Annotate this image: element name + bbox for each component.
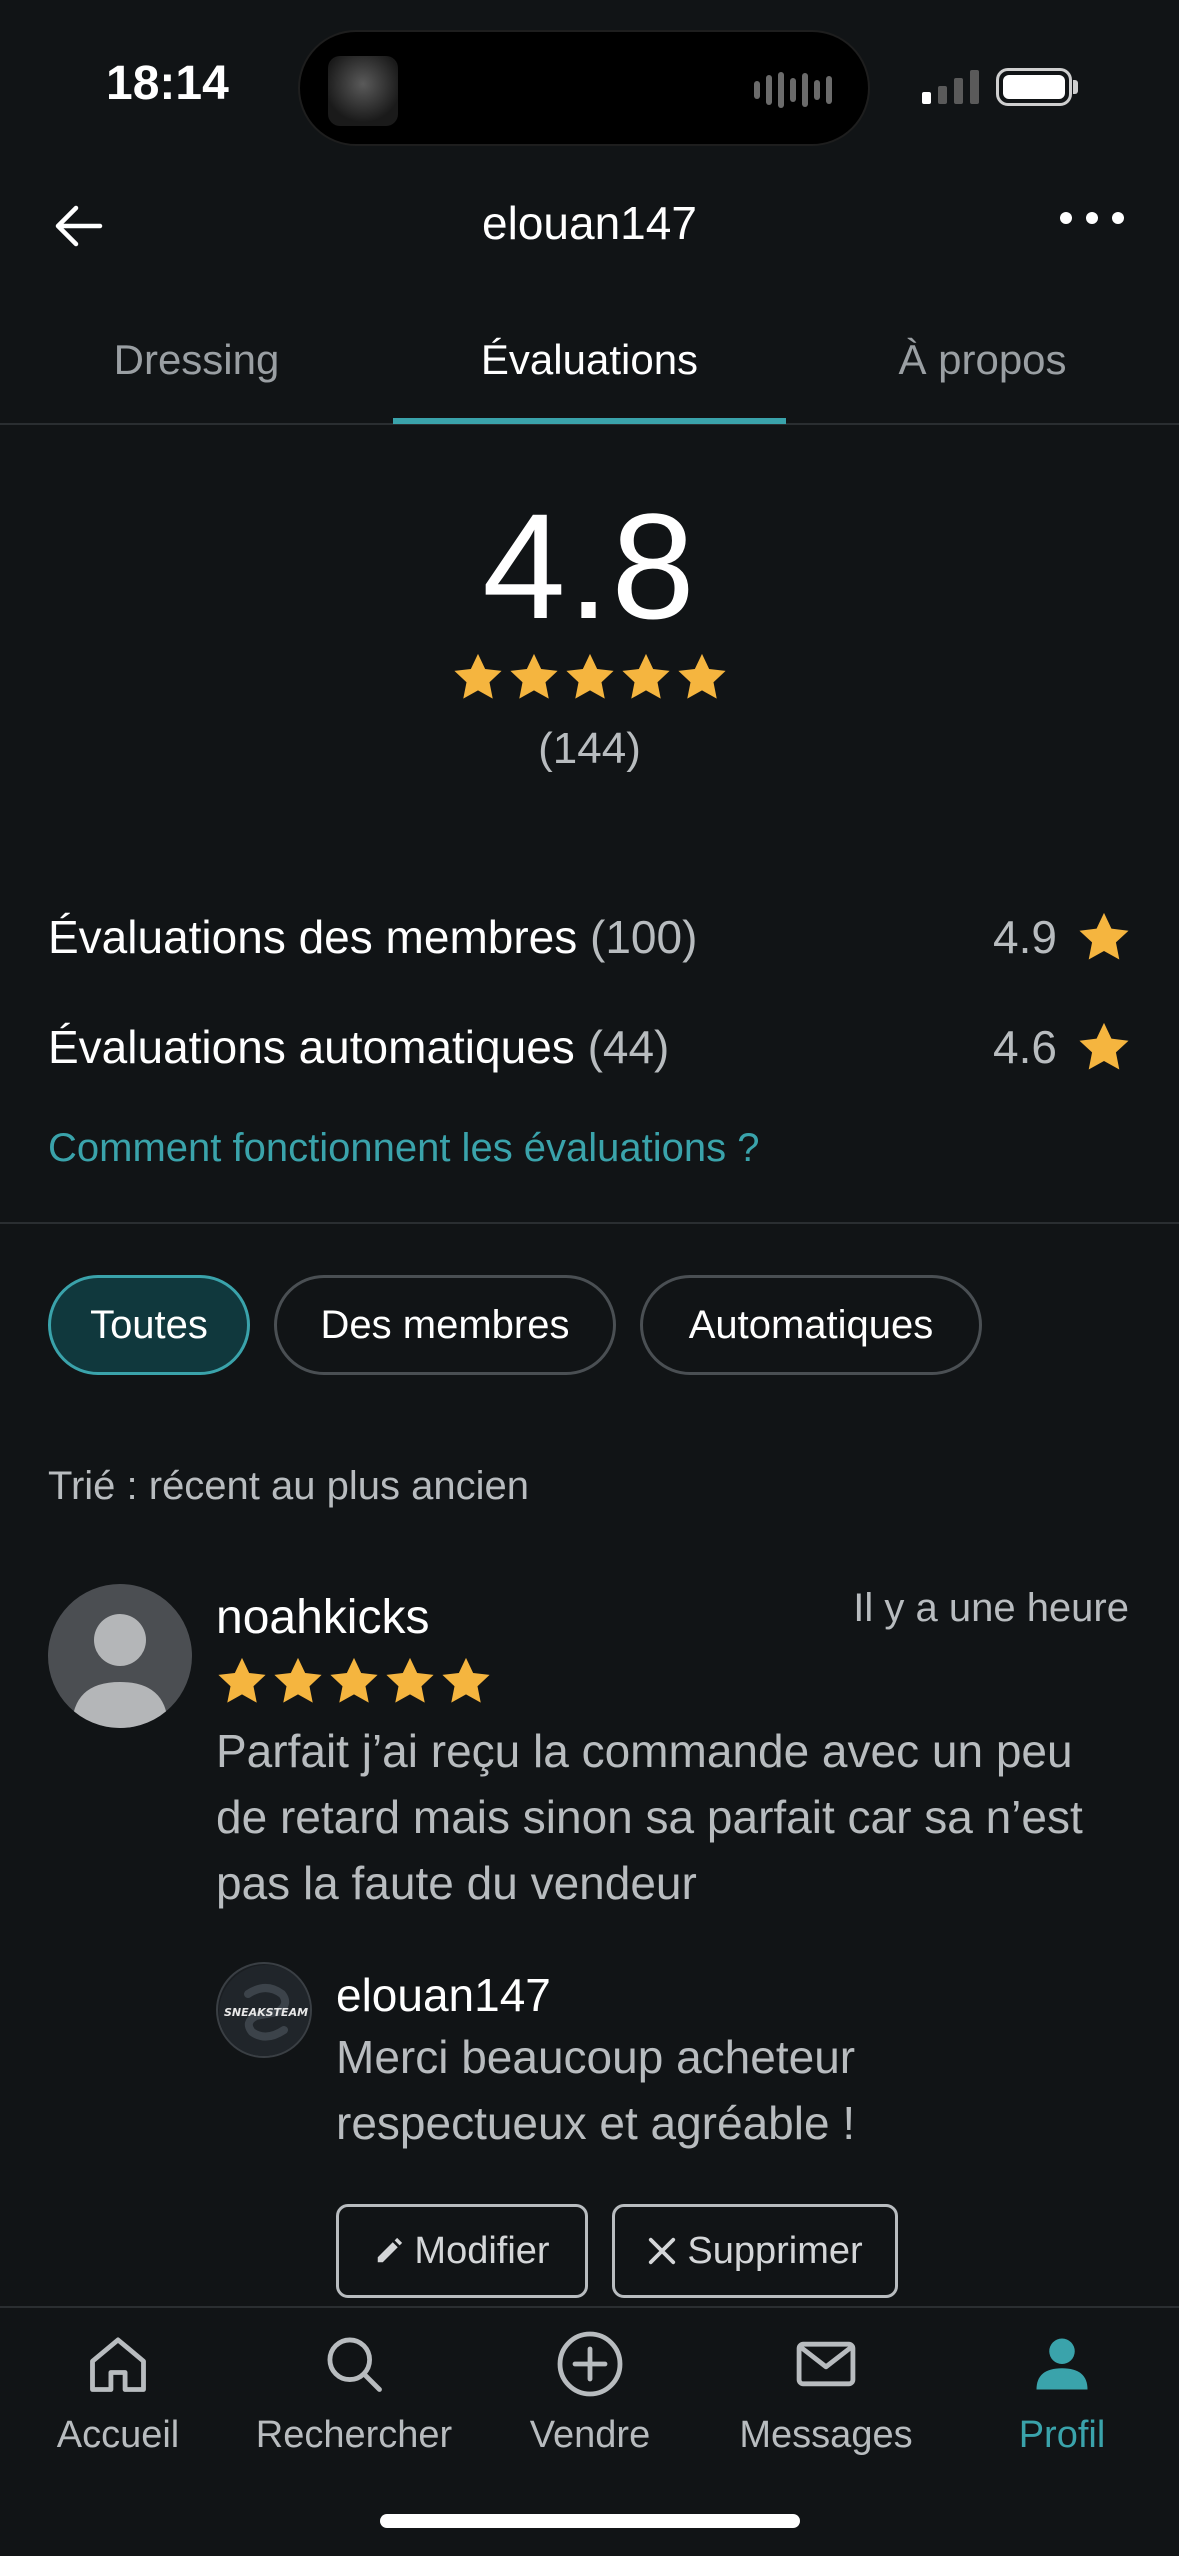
status-time: 18:14 — [106, 57, 229, 110]
battery-tip — [1073, 80, 1078, 94]
review-time: Il y a une heure — [853, 1586, 1129, 1630]
star-icon — [453, 653, 502, 699]
star-icon — [565, 653, 614, 699]
search-icon — [316, 2326, 392, 2402]
nav-label: Vendre — [529, 2414, 651, 2456]
filter-chip-toutes[interactable]: Toutes — [48, 1275, 250, 1375]
star-icon — [621, 653, 670, 699]
star-icon — [1079, 912, 1129, 960]
breakdown-auto-score: 4.6 — [993, 1021, 1057, 1073]
breakdown-auto-count: (44) — [587, 1021, 670, 1073]
nav-label: Profil — [1018, 2414, 1106, 2456]
edit-label: Modifier — [414, 2229, 550, 2272]
delete-label: Supprimer — [687, 2229, 863, 2272]
breakdown-members-label: Évaluations des membres — [48, 911, 578, 963]
filter-chip-automatiques[interactable]: Automatiques — [640, 1275, 982, 1375]
nav-label: Messages — [739, 2414, 913, 2456]
star-icon — [330, 1657, 378, 1703]
breakdown-members-score: 4.9 — [993, 911, 1057, 963]
breakdown-auto-label: Évaluations automatiques — [48, 1021, 575, 1073]
nav-item-profil[interactable]: Profil — [944, 2326, 1179, 2457]
now-playing-artwork — [328, 56, 398, 126]
breakdown-members-row: Évaluations des membres (100) 4.9 — [48, 902, 1131, 972]
battery-icon — [996, 68, 1072, 106]
seller-reply-name[interactable]: elouan147 — [336, 1968, 551, 2022]
reviewer-name[interactable]: noahkicks — [216, 1590, 429, 1645]
person-icon — [1024, 2326, 1100, 2402]
edit-reply-button[interactable]: Modifier — [336, 2204, 588, 2298]
envelope-icon — [788, 2326, 864, 2402]
how-ratings-work-link[interactable]: Comment fonctionnent les évaluations ? — [48, 1126, 760, 1171]
home-indicator[interactable] — [380, 2514, 800, 2528]
home-icon — [80, 2326, 156, 2402]
seller-logo: SNEAKSTEAM — [219, 1965, 310, 2056]
reviewer-avatar[interactable] — [48, 1584, 192, 1728]
more-dots-icon — [1060, 212, 1072, 224]
nav-item-rechercher[interactable]: Rechercher — [236, 2326, 472, 2457]
audio-wave-icon — [754, 72, 832, 108]
breakdown-auto-value: 4.6 — [993, 1020, 1131, 1074]
tab-dressing[interactable]: Dressing — [0, 336, 393, 384]
active-tab-indicator — [393, 418, 786, 424]
star-icon — [1079, 1022, 1129, 1070]
star-icon — [442, 1657, 490, 1703]
plus-circle-icon — [552, 2326, 628, 2402]
delete-reply-button[interactable]: Supprimer — [612, 2204, 898, 2298]
filter-chip-membres[interactable]: Des membres — [274, 1275, 616, 1375]
nav-label: Rechercher — [255, 2414, 453, 2456]
star-icon — [274, 1657, 322, 1703]
star-icon — [386, 1657, 434, 1703]
review-count: (144) — [538, 724, 641, 773]
pencil-icon — [378, 2237, 403, 2263]
tab-a-propos[interactable]: À propos — [786, 336, 1179, 384]
breakdown-label: Évaluations des membres (100) — [48, 910, 697, 964]
nav-item-messages[interactable]: Messages — [708, 2326, 944, 2457]
overall-rating: 4.8 — [482, 482, 697, 650]
breakdown-auto-row: Évaluations automatiques (44) 4.6 — [48, 1012, 1131, 1082]
star-icon — [509, 653, 558, 699]
review-stars — [216, 1656, 492, 1706]
sort-label[interactable]: Trié : récent au plus ancien — [48, 1464, 529, 1509]
review-text: Parfait j’ai reçu la commande avec un pe… — [216, 1725, 1083, 1909]
dynamic-island — [298, 30, 870, 146]
tab-evaluations[interactable]: Évaluations — [393, 336, 786, 384]
section-divider — [0, 1222, 1179, 1224]
nav-item-vendre[interactable]: Vendre — [472, 2326, 708, 2457]
nav-item-accueil[interactable]: Accueil — [0, 2326, 236, 2457]
page-title: elouan147 — [482, 197, 697, 249]
more-options-button[interactable] — [1060, 212, 1124, 224]
overall-stars — [0, 652, 1179, 702]
breakdown-members-count: (100) — [590, 911, 698, 963]
seller-avatar[interactable]: SNEAKSTEAM — [216, 1962, 312, 2058]
star-icon — [218, 1657, 266, 1703]
star-icon — [677, 653, 726, 699]
svg-text:SNEAKSTEAM: SNEAKSTEAM — [224, 2006, 308, 2019]
seller-reply-text: Merci beaucoup acheteur respectueux et a… — [336, 2031, 856, 2149]
cellular-signal-icon — [922, 70, 979, 104]
breakdown-label: Évaluations automatiques (44) — [48, 1020, 669, 1074]
default-user-icon — [72, 1614, 168, 1728]
breakdown-members-value: 4.9 — [993, 910, 1131, 964]
close-icon — [649, 2237, 676, 2265]
nav-label: Accueil — [56, 2414, 180, 2456]
